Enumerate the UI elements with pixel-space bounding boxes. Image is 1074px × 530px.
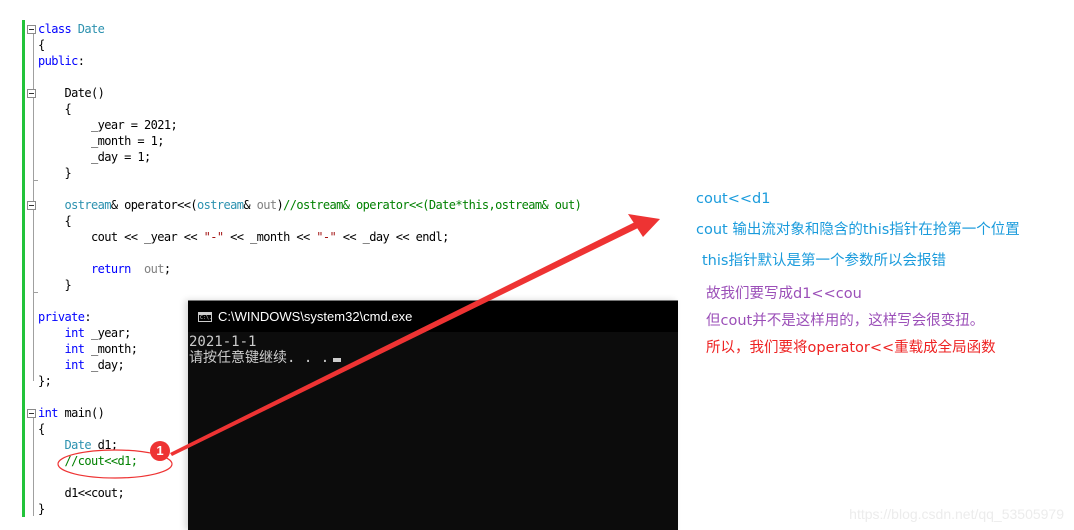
outline-guide-main [33,418,34,516]
code-line: ostream& operator<<(ostream& out)//ostre… [38,197,581,213]
cmd-icon: C:\. [198,311,213,322]
code-token: : [84,310,91,324]
console-title-bar[interactable]: C:\. C:\WINDOWS\system32\cmd.exe [188,300,678,332]
note-line-4: 故我们要写成d1<<cou [706,286,862,302]
code-token: ostream [38,198,111,212]
change-indicator-bar [22,20,25,517]
collapse-operator-icon[interactable] [27,201,36,210]
collapse-constructor-icon[interactable] [27,89,36,98]
watermark: https://blog.csdn.net/qq_53505979 [849,506,1064,522]
console-prompt-text: 请按任意键继续. . . [189,350,330,366]
code-token: cout << _year << [38,230,204,244]
code-token: "-" [316,230,337,244]
code-line: Date() [38,85,104,101]
code-token: }; [38,374,52,388]
code-token: class [38,22,72,36]
code-line: { [38,37,45,53]
code-line: }; [38,373,52,389]
code-line: Date d1; [38,437,118,453]
code-token: { [38,102,72,116]
collapse-class-icon[interactable] [27,25,36,34]
code-line: int _year; [38,325,131,341]
cmd-icon-label: C:\. [200,314,213,321]
code-token: main() [57,406,105,420]
code-token: out [130,262,164,276]
code-line: } [38,165,71,181]
code-line: int _day; [38,357,124,373]
code-token: _year = 2021; [38,118,178,132]
code-token: //ostream& operator<<(Date*this,ostream&… [283,198,582,212]
code-line: return out; [38,261,171,277]
code-line: class Date [38,21,105,37]
code-token: { [38,422,45,436]
note-line-1: cout<<d1 [696,191,771,207]
code-token: int [38,326,85,340]
code-token: return [38,262,131,276]
code-line: d1<<cout; [38,485,124,501]
code-token: out [256,198,277,212]
console-window[interactable]: C:\. C:\WINDOWS\system32\cmd.exe 2021-1-… [188,300,678,530]
code-line: } [38,277,71,293]
code-token: d1<<cout; [38,486,125,500]
note-line-3: this指针默认是第一个参数所以会报错 [702,253,946,269]
code-line: cout << _year << "-" << _month << "-" <<… [38,229,449,245]
code-line: //cout<<d1; [38,453,137,469]
code-line: int main() [38,405,105,421]
collapse-main-icon[interactable] [27,409,36,418]
code-line: { [38,213,71,229]
note-line-5: 但cout并不是这样用的，这样写会很变扭。 [706,313,985,329]
code-token: Date [71,22,105,36]
code-token: //cout<<d1; [38,454,138,468]
code-token: << _month << [223,230,317,244]
console-output-line: 请按任意键继续. . . [189,350,678,366]
code-token: ; [163,262,171,276]
code-token: private [38,310,85,324]
code-token: } [38,166,72,180]
code-token: public [38,54,78,68]
code-token: int [38,406,58,420]
code-token: int [38,342,85,356]
code-token: Date [38,438,91,452]
code-token: int [38,358,85,372]
code-token: _year; [84,326,131,340]
code-line: public: [38,53,85,69]
note-line-2: cout 输出流对象和隐含的this指针在抢第一个位置 [696,222,1020,238]
code-token: : [77,54,85,68]
console-output: 2021-1-1 请按任意键继续. . . [188,332,678,366]
code-token: ostream [197,198,244,212]
code-token: _day = 1; [38,150,151,164]
code-token: } [38,278,72,292]
code-token: << _day << endl; [336,230,450,244]
console-output-line: 2021-1-1 [189,334,257,350]
annotation-badge: 1 [150,441,170,461]
code-token: d1; [91,438,118,452]
code-token: Date() [38,86,105,100]
code-token: _month; [84,342,138,356]
text-cursor [333,358,342,362]
code-line: int _month; [38,341,137,357]
note-line-6: 所以，我们要将operator<<重载成全局函数 [706,340,996,356]
code-line: { [38,421,45,437]
code-line: _month = 1; [38,133,164,149]
code-token: { [38,38,45,52]
code-line: _day = 1; [38,149,151,165]
code-token: } [38,502,45,516]
code-token: & [243,198,257,212]
code-line: _year = 2021; [38,117,178,133]
code-token: _month = 1; [38,134,164,148]
code-token: "-" [203,230,224,244]
code-token: _day; [84,358,125,372]
code-line: { [38,101,71,117]
code-line: private: [38,309,92,325]
console-title: C:\WINDOWS\system32\cmd.exe [218,309,413,324]
code-token: & operator<<( [110,198,198,212]
code-token: { [38,214,72,228]
code-line: } [38,501,45,517]
